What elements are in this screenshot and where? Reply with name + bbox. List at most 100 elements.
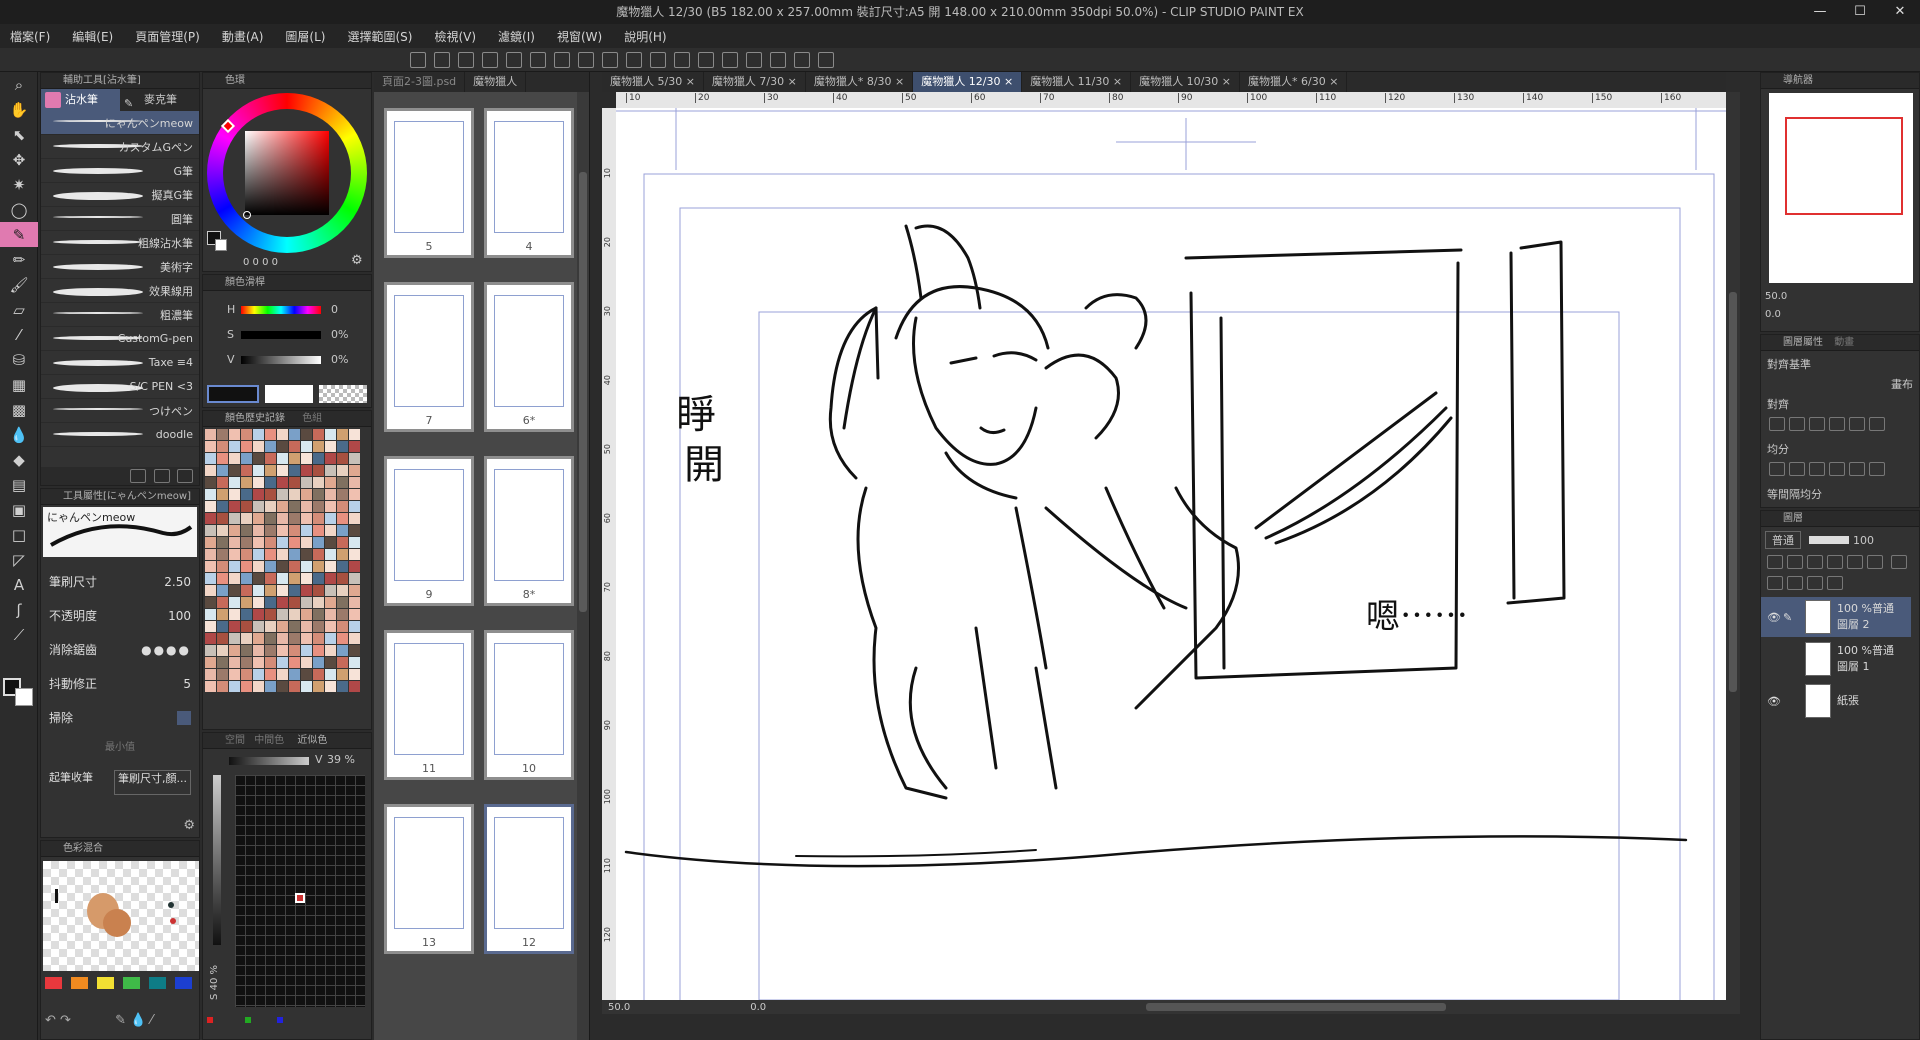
history-color-cell[interactable] xyxy=(217,585,228,596)
history-color-cell[interactable] xyxy=(289,657,300,668)
history-color-cell[interactable] xyxy=(325,657,336,668)
history-color-cell[interactable] xyxy=(325,489,336,500)
redo-mix-icon[interactable]: ↷ xyxy=(60,1013,71,1028)
history-color-cell[interactable] xyxy=(253,489,264,500)
pen-tool-icon[interactable]: ✎ xyxy=(0,222,38,247)
history-color-cell[interactable] xyxy=(229,573,240,584)
doc-tab[interactable]: 魔物獵人 12/30 × xyxy=(913,72,1023,92)
history-color-cell[interactable] xyxy=(301,585,312,596)
mix-blend-icon[interactable]: 💧 xyxy=(130,1013,146,1028)
history-color-cell[interactable] xyxy=(217,633,228,644)
page-scroll-thumb[interactable] xyxy=(579,172,587,612)
history-color-cell[interactable] xyxy=(253,669,264,680)
s-value[interactable]: 0% xyxy=(331,322,348,347)
history-color-cell[interactable] xyxy=(337,609,348,620)
antialias-row[interactable]: 消除鋸齒 ●●●● xyxy=(49,633,191,667)
history-color-cell[interactable] xyxy=(301,429,312,440)
history-color-cell[interactable] xyxy=(241,669,252,680)
history-color-cell[interactable] xyxy=(325,513,336,524)
page-thumbnail[interactable]: 4 xyxy=(484,108,574,258)
history-color-cell[interactable] xyxy=(265,549,276,560)
undo-icon[interactable] xyxy=(506,52,522,68)
doc-tab[interactable]: 魔物獵人 7/30 × xyxy=(704,72,806,92)
settings-icon[interactable] xyxy=(794,52,810,68)
transform-icon[interactable] xyxy=(626,52,642,68)
history-color-cell[interactable] xyxy=(337,525,348,536)
brush-item[interactable]: カスタムGペン xyxy=(41,135,199,159)
doc-tab[interactable]: 魔物獵人 11/30 × xyxy=(1022,72,1132,92)
page-scrollbar[interactable] xyxy=(577,92,589,1040)
history-color-cell[interactable] xyxy=(241,597,252,608)
export-icon[interactable] xyxy=(482,52,498,68)
close-icon[interactable]: ✕ xyxy=(1880,0,1920,24)
history-color-cell[interactable] xyxy=(277,465,288,476)
mix-swatch[interactable] xyxy=(123,977,140,989)
history-color-cell[interactable] xyxy=(253,537,264,548)
blend-mode-select[interactable]: 普通 xyxy=(1765,531,1801,549)
history-color-cell[interactable] xyxy=(253,597,264,608)
history-color-cell[interactable] xyxy=(205,513,216,524)
align-left-icon[interactable] xyxy=(1769,417,1785,431)
page-thumbnail[interactable]: 5 xyxy=(384,108,474,258)
new-file-icon[interactable] xyxy=(410,52,426,68)
history-color-cell[interactable] xyxy=(301,513,312,524)
history-color-cell[interactable] xyxy=(313,489,324,500)
history-color-cell[interactable] xyxy=(265,681,276,692)
history-color-cell[interactable] xyxy=(229,441,240,452)
navigator-zoom[interactable]: 50.0 xyxy=(1765,291,1787,302)
help-icon[interactable] xyxy=(818,52,834,68)
history-color-cell[interactable] xyxy=(289,633,300,644)
history-color-cell[interactable] xyxy=(205,465,216,476)
history-color-cell[interactable] xyxy=(289,573,300,584)
history-color-cell[interactable] xyxy=(277,645,288,656)
history-color-cell[interactable] xyxy=(337,645,348,656)
history-color-cell[interactable] xyxy=(337,441,348,452)
history-color-cell[interactable] xyxy=(253,573,264,584)
history-color-cell[interactable] xyxy=(301,609,312,620)
history-color-cell[interactable] xyxy=(349,585,360,596)
history-color-cell[interactable] xyxy=(205,573,216,584)
history-color-cell[interactable] xyxy=(289,609,300,620)
history-color-cell[interactable] xyxy=(349,621,360,632)
zoom-icon[interactable]: ⌕ xyxy=(0,72,38,97)
history-color-cell[interactable] xyxy=(277,453,288,464)
history-color-cell[interactable] xyxy=(205,429,216,440)
history-color-cell[interactable] xyxy=(313,669,324,680)
history-color-cell[interactable] xyxy=(289,513,300,524)
history-color-cell[interactable] xyxy=(241,561,252,572)
history-color-cell[interactable] xyxy=(289,669,300,680)
menu-item-2[interactable]: 頁面管理(P) xyxy=(135,28,200,45)
history-color-cell[interactable] xyxy=(325,441,336,452)
brush-item[interactable]: 擬真G筆 xyxy=(41,183,199,207)
history-color-cell[interactable] xyxy=(289,441,300,452)
history-color-cell[interactable] xyxy=(241,645,252,656)
history-color-cell[interactable] xyxy=(253,681,264,692)
history-color-cell[interactable] xyxy=(253,501,264,512)
history-color-cell[interactable] xyxy=(265,657,276,668)
opacity-value[interactable]: 100 xyxy=(168,599,191,633)
doc-tab[interactable]: 魔物獵人 5/30 × xyxy=(602,72,704,92)
approx-color-tab[interactable]: 近似色 xyxy=(297,735,327,746)
menu-item-3[interactable]: 動畫(A) xyxy=(222,28,264,45)
hue-ring[interactable] xyxy=(207,93,367,253)
menu-item-0[interactable]: 檔案(F) xyxy=(10,28,50,45)
size-value[interactable]: 2.50 xyxy=(164,565,191,599)
history-color-cell[interactable] xyxy=(205,669,216,680)
layer-opacity-slider[interactable] xyxy=(1809,536,1849,544)
redo-icon[interactable] xyxy=(530,52,546,68)
history-color-cell[interactable] xyxy=(217,561,228,572)
history-color-cell[interactable] xyxy=(337,597,348,608)
history-color-cell[interactable] xyxy=(205,585,216,596)
brush-icon[interactable]: 🖌 xyxy=(0,272,38,297)
s-slider[interactable] xyxy=(241,330,321,339)
history-color-cell[interactable] xyxy=(265,525,276,536)
taper-row[interactable]: 起筆收筆 筆刷尺寸,顏... xyxy=(49,761,191,795)
merge-icon[interactable] xyxy=(1807,576,1823,590)
history-color-cell[interactable] xyxy=(205,657,216,668)
history-color-cell[interactable] xyxy=(337,669,348,680)
history-color-cell[interactable] xyxy=(241,633,252,644)
canvas-vscroll[interactable] xyxy=(1726,92,1740,1000)
drawing-canvas[interactable]: 睜 開 嗯⋯⋯ xyxy=(616,108,1726,1000)
history-color-cell[interactable] xyxy=(277,561,288,572)
page-tab-2[interactable]: 魔物獵人 xyxy=(465,72,527,92)
